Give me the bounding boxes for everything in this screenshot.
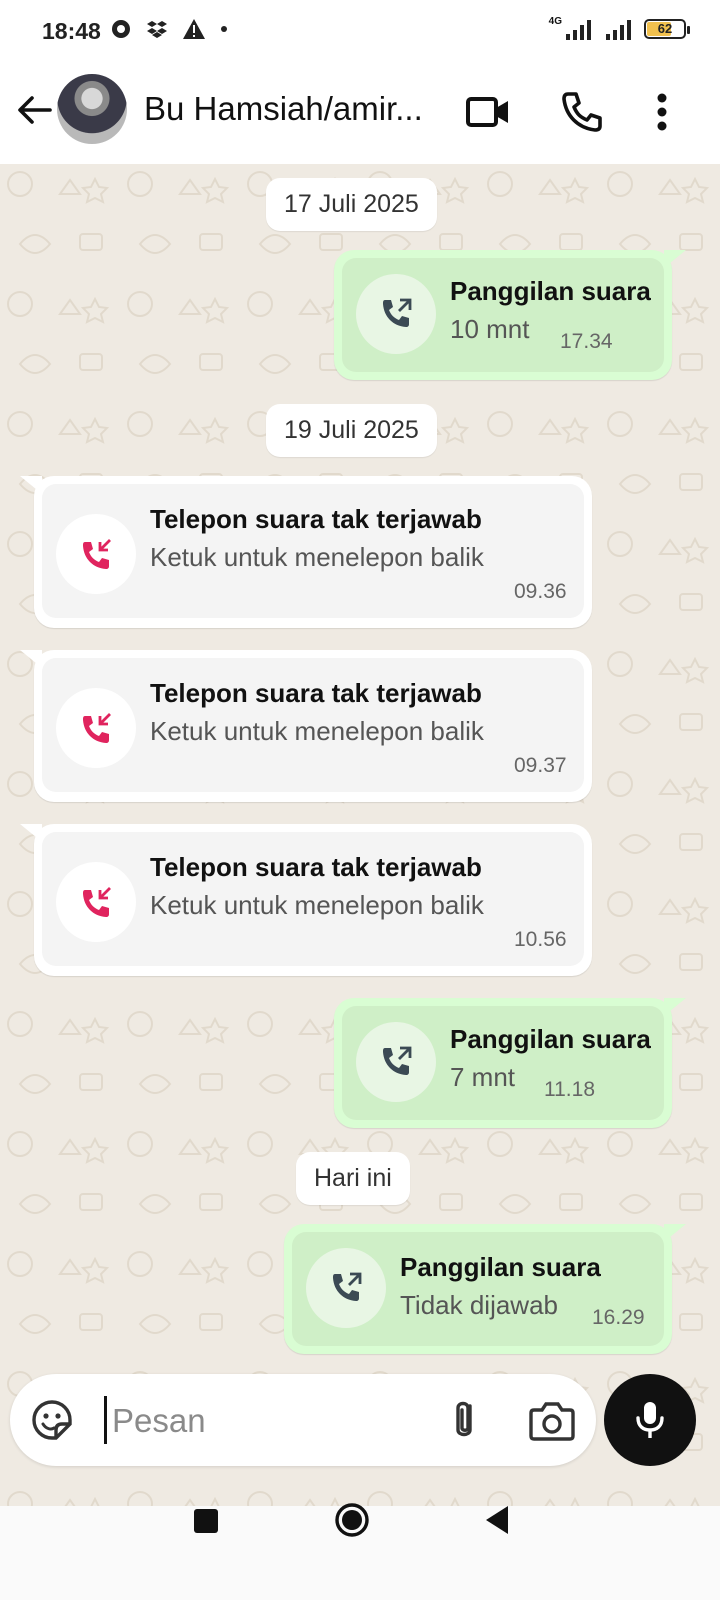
status-icons-left — [110, 18, 228, 40]
call-subtitle: Tidak dijawab — [400, 1290, 559, 1320]
message-time: 17.34 — [560, 330, 613, 353]
bubble-tail — [20, 824, 42, 842]
video-call-icon[interactable] — [464, 88, 512, 136]
outgoing-call-icon — [356, 1022, 436, 1102]
call-title: Telepon suara tak terjawab — [150, 852, 482, 882]
date-chip: 19 Juli 2025 — [266, 404, 437, 457]
call-message-outgoing[interactable]: Panggilan suara Tidak dijawab 16.29 — [284, 1224, 686, 1354]
date-chip: Hari ini — [296, 1152, 410, 1205]
missed-call-message[interactable]: Telepon suara tak terjawab Ketuk untuk m… — [20, 476, 592, 628]
outgoing-call-icon — [306, 1248, 386, 1328]
battery-icon: 62 — [644, 19, 690, 39]
call-subtitle: Ketuk untuk menelepon balik — [150, 542, 484, 572]
call-subtitle: Ketuk untuk menelepon balik — [150, 890, 484, 920]
chat-area[interactable]: 17 Juli 2025 Panggilan suara 10 mnt 17.3… — [0, 164, 720, 1506]
message-time: 09.37 — [514, 754, 567, 777]
call-title: Panggilan suara — [450, 1024, 651, 1054]
missed-call-icon — [56, 514, 136, 594]
dropbox-icon — [147, 21, 167, 38]
missed-call-message[interactable]: Telepon suara tak terjawab Ketuk untuk m… — [20, 824, 592, 976]
call-message-outgoing[interactable]: Panggilan suara 10 mnt 17.34 — [334, 250, 686, 380]
message-input[interactable] — [110, 1392, 434, 1450]
mic-button[interactable] — [604, 1374, 696, 1466]
status-icons-right: 4G 62 — [548, 15, 690, 40]
mic-icon — [636, 1402, 664, 1438]
call-duration: 7 mnt — [450, 1062, 516, 1092]
home-button[interactable] — [334, 1502, 370, 1538]
nav-back-button[interactable] — [482, 1502, 512, 1538]
bubble-tail — [664, 250, 686, 268]
more-vert-icon[interactable] — [640, 88, 684, 136]
bubble-tail — [20, 476, 42, 494]
battery-text: 62 — [657, 21, 673, 36]
sticker-icon[interactable] — [30, 1398, 74, 1442]
avatar[interactable] — [57, 74, 127, 144]
signal-icon — [606, 20, 631, 40]
attach-icon[interactable] — [442, 1396, 486, 1444]
contact-name[interactable]: Bu Hamsiah/amir... — [144, 90, 444, 128]
signal-icon — [566, 20, 591, 40]
back-arrow-icon[interactable] — [14, 90, 54, 130]
outgoing-call-icon — [356, 274, 436, 354]
message-time: 10.56 — [514, 928, 567, 951]
call-title: Panggilan suara — [400, 1252, 601, 1282]
dot-icon — [221, 26, 227, 32]
missed-call-message[interactable]: Telepon suara tak terjawab Ketuk untuk m… — [20, 650, 592, 802]
whatsapp-status-icon — [112, 20, 130, 38]
message-time: 11.18 — [544, 1078, 595, 1101]
call-message-outgoing[interactable]: Panggilan suara 7 mnt 11.18 — [334, 998, 686, 1128]
call-title: Panggilan suara — [450, 276, 651, 306]
bubble-tail — [664, 998, 686, 1016]
text-cursor — [104, 1396, 107, 1444]
call-subtitle: Ketuk untuk menelepon balik — [150, 716, 484, 746]
recents-button[interactable] — [194, 1509, 218, 1533]
call-title: Telepon suara tak terjawab — [150, 678, 482, 708]
status-time: 18:48 — [42, 18, 101, 44]
network-type: 4G — [548, 15, 562, 27]
bubble-tail — [664, 1224, 686, 1242]
message-time: 09.36 — [514, 580, 567, 603]
message-composer — [10, 1374, 596, 1466]
call-title: Telepon suara tak terjawab — [150, 504, 482, 534]
bubble-tail — [20, 650, 42, 668]
voice-call-icon[interactable] — [558, 88, 606, 136]
missed-call-icon — [56, 688, 136, 768]
date-chip: 17 Juli 2025 — [266, 178, 437, 231]
missed-call-icon — [56, 862, 136, 942]
camera-icon[interactable] — [528, 1398, 576, 1442]
message-time: 16.29 — [592, 1306, 645, 1329]
call-duration: 10 mnt — [450, 314, 530, 344]
status-bar: 18:48 4G 62 — [0, 0, 720, 64]
warning-icon — [183, 19, 205, 39]
chat-header: Bu Hamsiah/amir... — [0, 64, 720, 164]
